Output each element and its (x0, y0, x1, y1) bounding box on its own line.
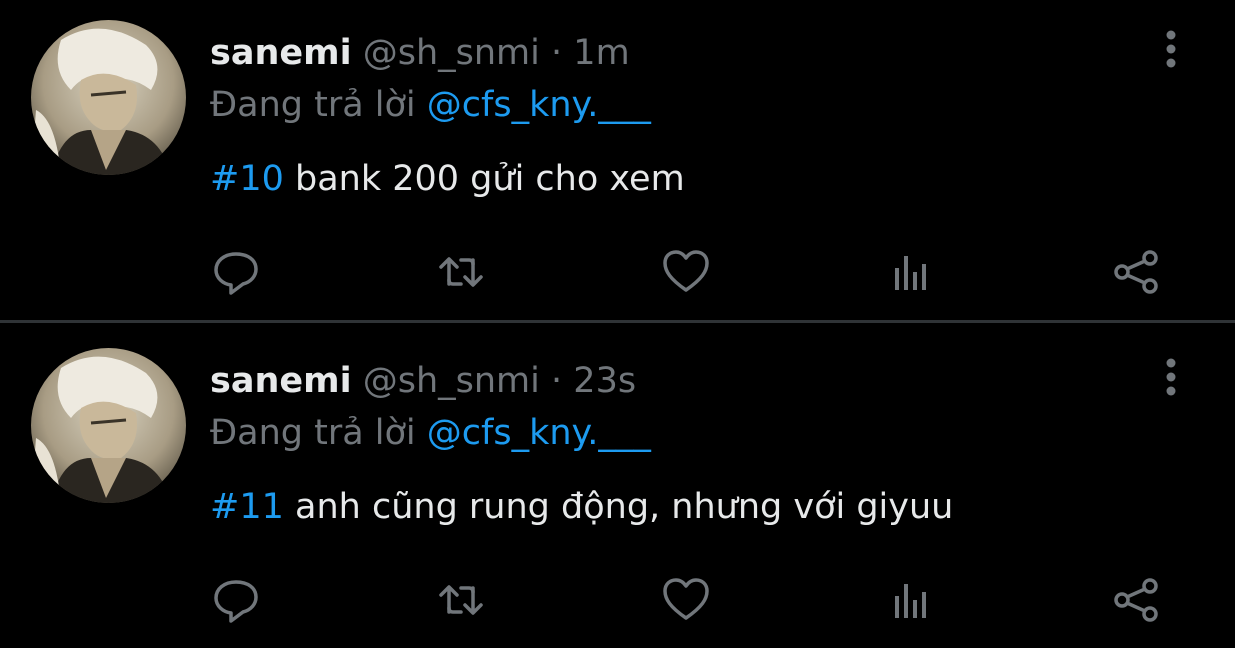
stats-icon[interactable] (885, 574, 937, 626)
avatar-image (31, 20, 186, 175)
tweet-body: bank 200 gửi cho xem (295, 159, 685, 199)
stats-icon[interactable] (885, 246, 937, 298)
action-bar (0, 246, 1235, 300)
timestamp[interactable]: 1m (573, 33, 629, 73)
user-handle[interactable]: @sh_snmi (363, 33, 540, 73)
retweet-icon[interactable] (435, 574, 487, 626)
avatar-image (31, 348, 186, 503)
like-icon[interactable] (660, 574, 712, 626)
like-icon[interactable] (660, 246, 712, 298)
separator: · (551, 361, 563, 401)
reply-icon[interactable] (210, 574, 262, 626)
hashtag[interactable]: #11 (210, 487, 284, 527)
more-vertical-icon[interactable] (1158, 30, 1184, 70)
tweet[interactable]: sanemi @sh_snmi · 23s Đang trả lời @cfs_… (0, 328, 1235, 648)
timestamp[interactable]: 23s (573, 361, 636, 401)
tweet-header: sanemi @sh_snmi · 1m (210, 28, 630, 78)
replying-label: Đang trả lời (210, 85, 416, 125)
separator: · (551, 33, 563, 73)
replying-mention[interactable]: @cfs_kny.___ (427, 85, 651, 125)
share-icon[interactable] (1110, 574, 1162, 626)
retweet-icon[interactable] (435, 246, 487, 298)
more-vertical-icon[interactable] (1158, 358, 1184, 398)
share-icon[interactable] (1110, 246, 1162, 298)
replying-mention[interactable]: @cfs_kny.___ (427, 413, 651, 453)
hashtag[interactable]: #10 (210, 159, 284, 199)
display-name[interactable]: sanemi (210, 33, 352, 73)
replying-to: Đang trả lời @cfs_kny.___ (210, 408, 651, 458)
display-name[interactable]: sanemi (210, 361, 352, 401)
action-bar (0, 574, 1235, 628)
tweet-header: sanemi @sh_snmi · 23s (210, 356, 636, 406)
user-handle[interactable]: @sh_snmi (363, 361, 540, 401)
tweet-divider (0, 320, 1235, 323)
tweet-text: #10 bank 200 gửi cho xem (210, 154, 685, 204)
avatar[interactable] (31, 20, 186, 175)
avatar[interactable] (31, 348, 186, 503)
replying-label: Đang trả lời (210, 413, 416, 453)
replying-to: Đang trả lời @cfs_kny.___ (210, 80, 651, 130)
tweet-text: #11 anh cũng rung động, nhưng với giyuu (210, 482, 953, 532)
tweet[interactable]: sanemi @sh_snmi · 1m Đang trả lời @cfs_k… (0, 0, 1235, 323)
tweet-body: anh cũng rung động, nhưng với giyuu (295, 487, 954, 527)
reply-icon[interactable] (210, 246, 262, 298)
